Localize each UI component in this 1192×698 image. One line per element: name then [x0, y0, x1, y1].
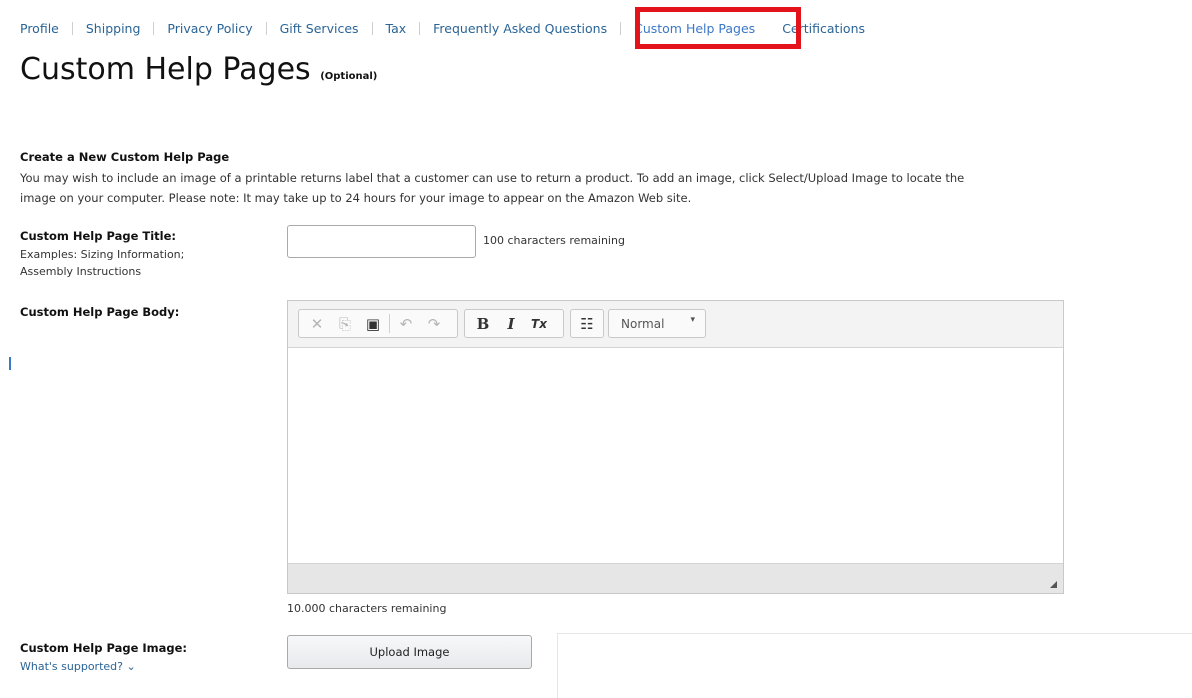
body-field-label: Custom Help Page Body: — [20, 305, 180, 319]
redo-icon[interactable]: ↷ — [420, 311, 448, 336]
nav-privacy-policy[interactable]: Privacy Policy — [167, 21, 252, 36]
nav-faq[interactable]: Frequently Asked Questions — [433, 21, 607, 36]
title-char-counter: 100 characters remaining — [483, 234, 625, 247]
page-title-text: Custom Help Pages — [20, 52, 311, 87]
image-preview-area — [557, 633, 1192, 698]
body-char-counter: 10.000 characters remaining — [287, 602, 447, 615]
intro-line: You may wish to include an image of a pr… — [20, 171, 965, 185]
page-title: Custom Help Pages (Optional) — [20, 52, 377, 87]
whats-supported-link[interactable]: What's supported? ⌄ — [20, 660, 136, 673]
nav-divider — [153, 21, 155, 35]
intro-text: You may wish to include an image of a pr… — [20, 168, 1080, 208]
chevron-down-icon: ▾ — [690, 315, 695, 325]
nav-divider — [71, 21, 73, 35]
nav-profile[interactable]: Profile — [20, 21, 59, 36]
title-field-hint: Examples: Sizing Information; Assembly I… — [20, 246, 230, 280]
nav-divider — [620, 21, 622, 35]
editor-status-bar — [288, 563, 1063, 593]
upload-image-button[interactable]: Upload Image — [287, 635, 532, 669]
nav-divider — [371, 21, 373, 35]
editor-content-area[interactable] — [288, 348, 1063, 564]
text-cursor-marker — [9, 357, 11, 370]
hint-line: Assembly Instructions — [20, 265, 142, 278]
title-field-label: Custom Help Page Title: — [20, 229, 176, 243]
format-dropdown[interactable]: Normal ▾ — [608, 309, 706, 338]
resize-handle-icon[interactable] — [1050, 581, 1057, 588]
format-dropdown-value: Normal — [621, 316, 665, 331]
image-field-label: Custom Help Page Image: — [20, 641, 188, 655]
clipboard-undo-group: ✕ ⎘ ▣ ↶ ↷ — [298, 309, 458, 338]
toolbar-divider — [389, 314, 390, 333]
active-tab-highlight — [635, 7, 801, 49]
undo-icon[interactable]: ↶ — [392, 311, 420, 336]
bulleted-list-icon[interactable]: ☷ — [573, 311, 601, 336]
cut-icon[interactable]: ✕ — [303, 311, 331, 336]
nav-shipping[interactable]: Shipping — [86, 21, 141, 36]
nav-tax[interactable]: Tax — [386, 21, 407, 36]
paste-icon[interactable]: ▣ — [359, 311, 387, 336]
list-group: ☷ — [570, 309, 604, 338]
nav-gift-services[interactable]: Gift Services — [280, 21, 359, 36]
italic-button[interactable]: I — [497, 311, 525, 336]
intro-line: image on your computer. Please note: It … — [20, 191, 692, 205]
text-style-group: B I Tx — [464, 309, 564, 338]
section-heading: Create a New Custom Help Page — [20, 150, 230, 164]
optional-tag: (Optional) — [320, 71, 378, 82]
copy-icon[interactable]: ⎘ — [331, 311, 359, 336]
help-page-title-input[interactable] — [287, 225, 476, 258]
remove-format-button[interactable]: Tx — [525, 311, 553, 336]
bold-button[interactable]: B — [469, 311, 497, 336]
hint-line: Examples: Sizing Information; — [20, 248, 185, 261]
nav-divider — [265, 21, 267, 35]
editor-toolbar: ✕ ⎘ ▣ ↶ ↷ B I Tx ☷ Normal ▾ — [288, 301, 1063, 348]
nav-divider — [419, 21, 421, 35]
rich-text-editor: ✕ ⎘ ▣ ↶ ↷ B I Tx ☷ Normal ▾ — [287, 300, 1064, 594]
